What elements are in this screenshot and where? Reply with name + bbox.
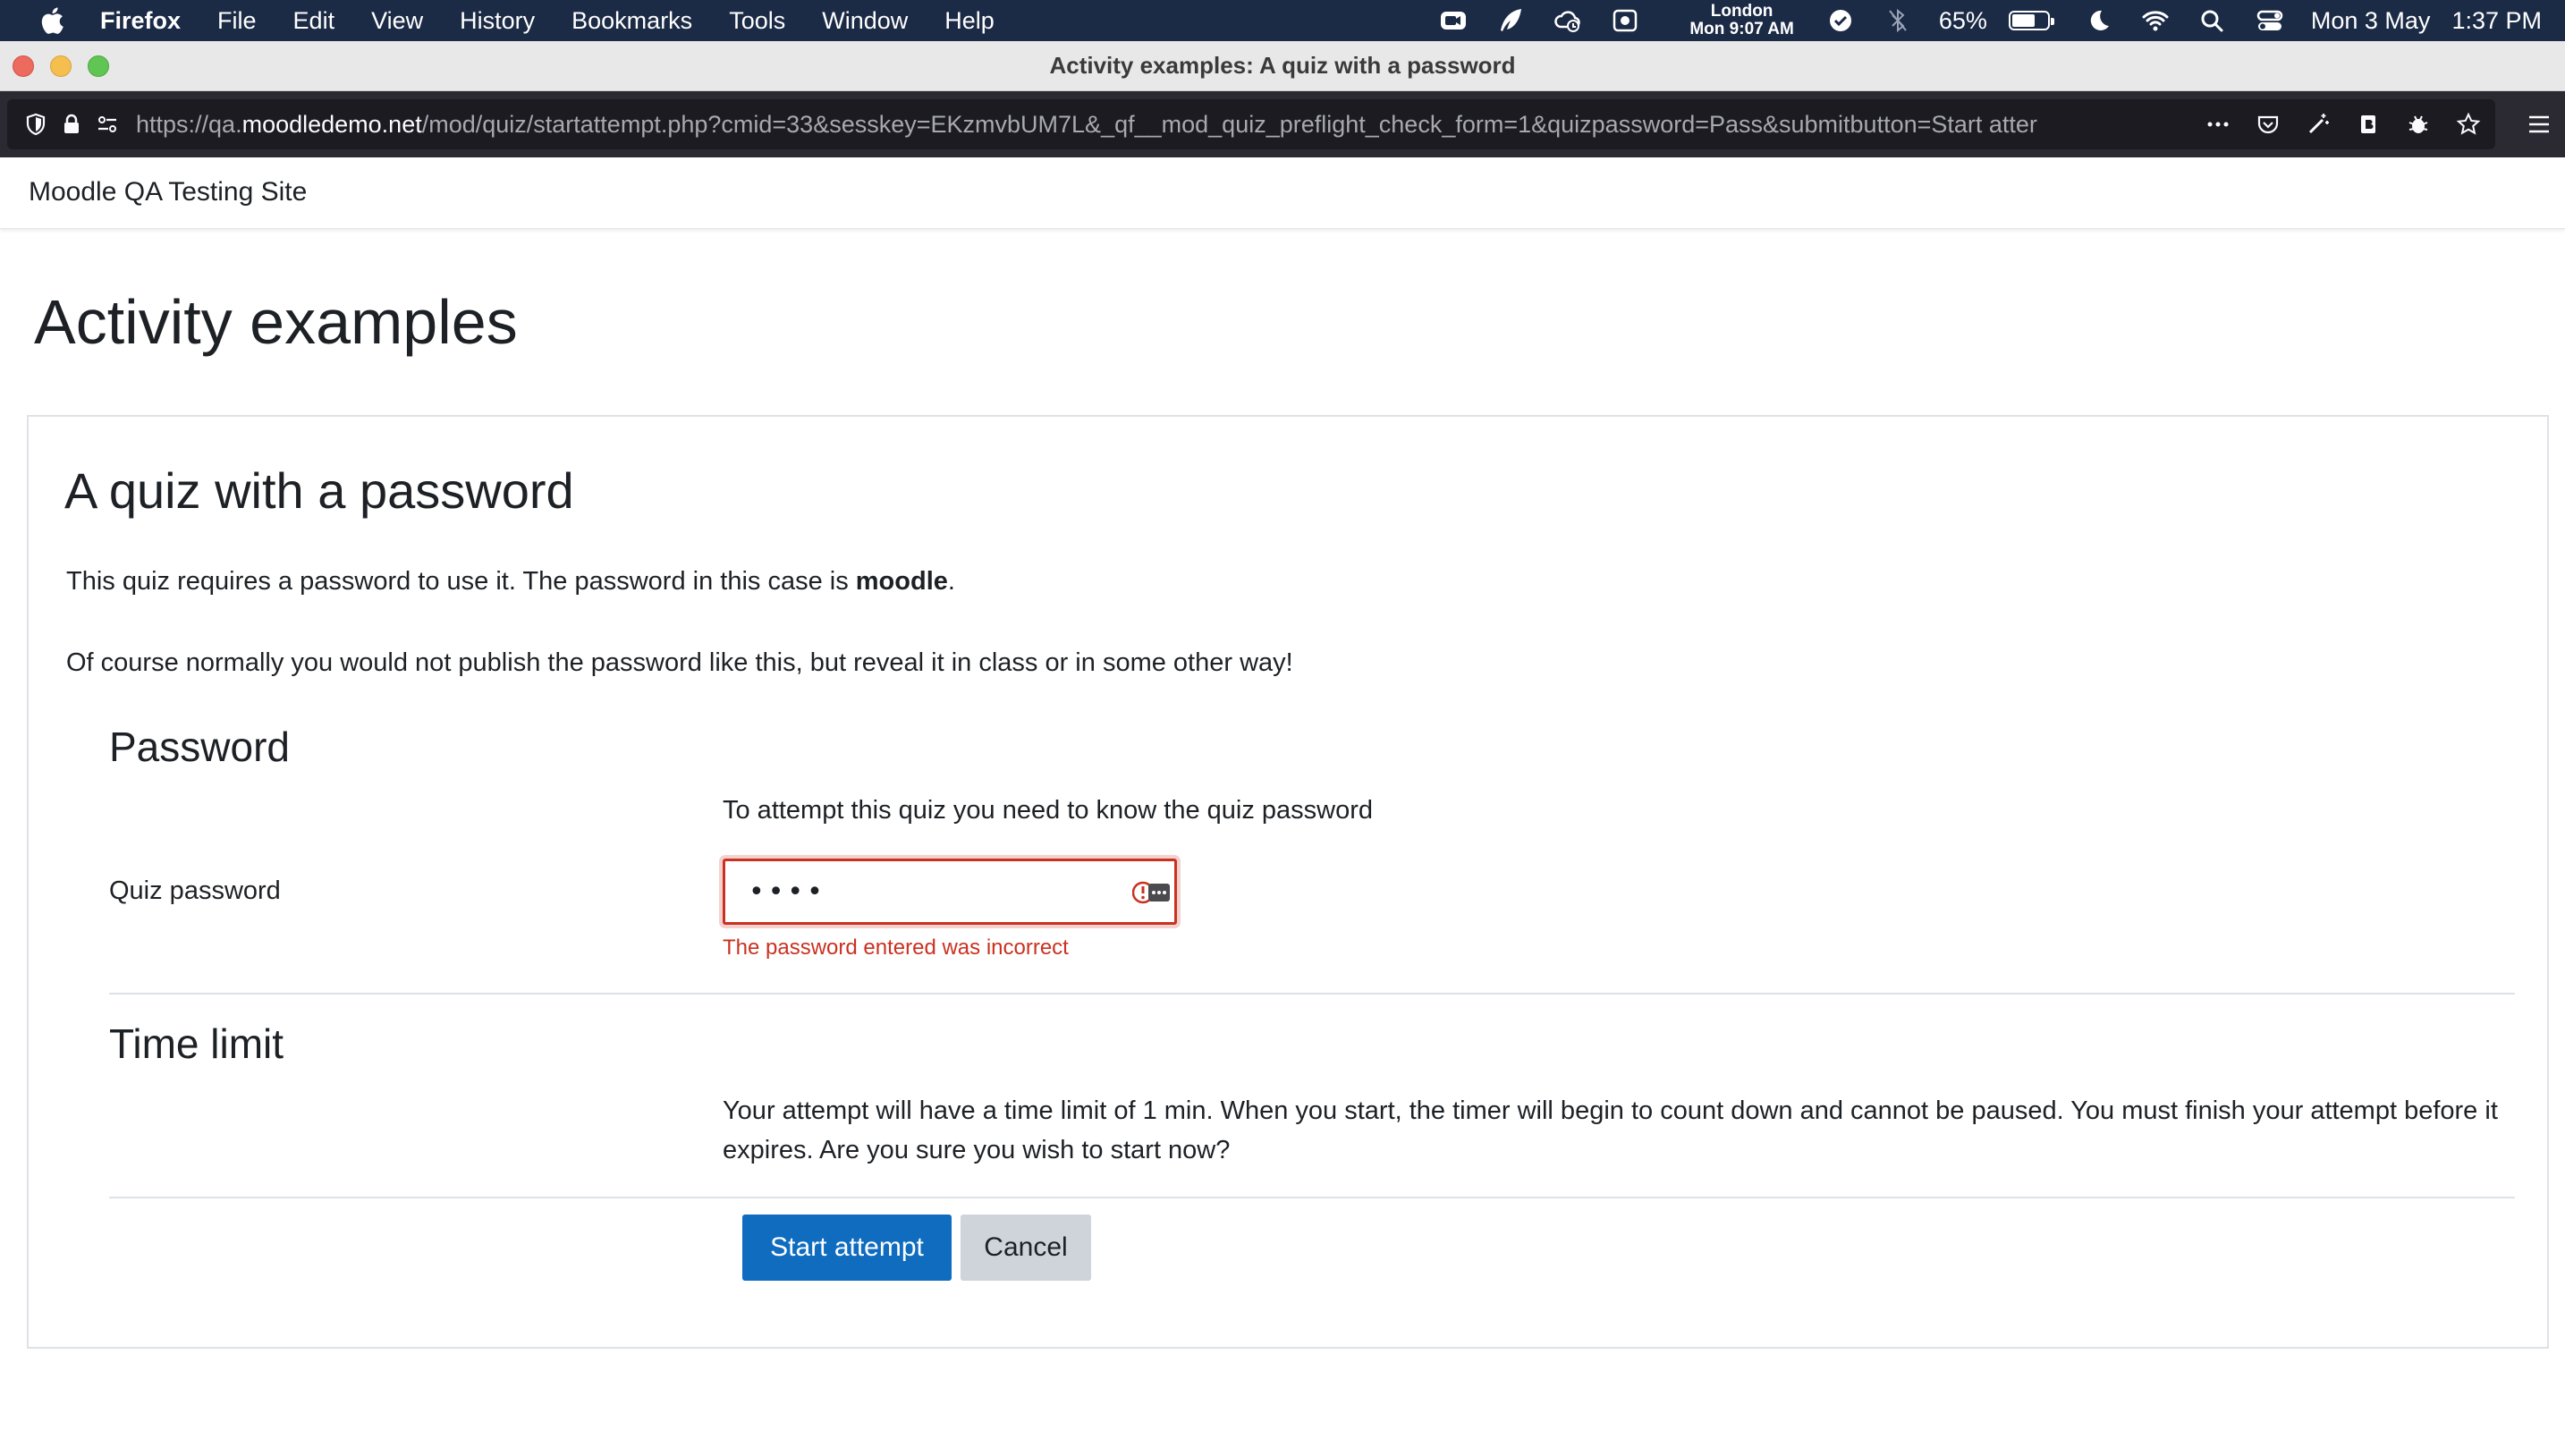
- url-prefix: https://qa.: [136, 110, 242, 138]
- menu-window[interactable]: Window: [822, 7, 908, 35]
- menu-view[interactable]: View: [371, 7, 423, 35]
- quiz-intro-note: Of course normally you would not publish…: [66, 648, 1293, 677]
- padlock-icon[interactable]: [54, 106, 89, 142]
- cancel-button[interactable]: Cancel: [961, 1215, 1091, 1281]
- site-permissions-icon[interactable]: [89, 106, 125, 142]
- quiz-card: A quiz with a password This quiz require…: [27, 415, 2549, 1349]
- menubar-time[interactable]: 1:37 PM: [2451, 7, 2542, 35]
- page-heading: Activity examples: [34, 287, 518, 357]
- section-divider: [109, 1197, 2515, 1198]
- menu-help[interactable]: Help: [944, 7, 995, 35]
- world-clock-time: Mon 9:07 AM: [1689, 20, 1794, 38]
- password-error-message: The password entered was incorrect: [723, 935, 1069, 960]
- wifi-icon[interactable]: [2139, 6, 2171, 35]
- url-path: /mod/quiz/startattempt.php?cmid=33&sessk…: [421, 110, 2037, 138]
- spotlight-search-icon[interactable]: [2197, 6, 2229, 35]
- bluetooth-off-icon[interactable]: [1882, 6, 1914, 35]
- password-hint: To attempt this quiz you need to know th…: [723, 796, 1374, 825]
- site-header: Moodle QA Testing Site: [0, 157, 2565, 229]
- time-limit-description: Your attempt will have a time limit of 1…: [723, 1096, 2498, 1164]
- password-manager-icon[interactable]: [1131, 880, 1172, 905]
- zoom-video-icon[interactable]: [1437, 6, 1469, 35]
- time-limit-section-title: Time limit: [109, 1020, 284, 1067]
- url-text[interactable]: https://qa.moodledemo.net/mod/quiz/start…: [136, 111, 2171, 139]
- extension-wand-icon[interactable]: [2300, 106, 2336, 142]
- battery-percent: 65%: [1938, 6, 1987, 34]
- quiz-intro-paragraph: This quiz requires a password to use it.…: [66, 567, 955, 597]
- start-attempt-button[interactable]: Start attempt: [742, 1215, 952, 1281]
- bookmark-extension-icon[interactable]: [2350, 106, 2386, 142]
- window-title-bar: Activity examples: A quiz with a passwor…: [0, 41, 2565, 91]
- menu-edit[interactable]: Edit: [293, 7, 335, 35]
- page-actions-more-icon[interactable]: [2200, 106, 2236, 142]
- password-section-title: Password: [109, 724, 290, 770]
- intro-text-after: .: [947, 567, 955, 596]
- apple-logo-icon[interactable]: [39, 5, 66, 36]
- pocket-icon[interactable]: [2250, 106, 2286, 142]
- menubar-date[interactable]: Mon 3 May: [2311, 7, 2431, 35]
- checkmark-badge-icon[interactable]: [1824, 6, 1857, 35]
- menu-tools[interactable]: Tools: [729, 7, 785, 35]
- app-menu-hamburger-icon[interactable]: [2526, 111, 2552, 138]
- battery-level-fill: [2011, 14, 2035, 27]
- control-center-icon[interactable]: [2254, 6, 2286, 35]
- quiz-password-label: Quiz password: [109, 876, 281, 905]
- quiz-title: A quiz with a password: [64, 462, 574, 519]
- menu-file[interactable]: File: [217, 7, 257, 35]
- quiz-password-input[interactable]: [723, 859, 1177, 925]
- world-clock[interactable]: London Mon 9:07 AM: [1689, 3, 1793, 38]
- screen-record-icon[interactable]: [1609, 6, 1641, 35]
- window-title: Activity examples: A quiz with a passwor…: [1049, 52, 1516, 79]
- cloud-sync-icon[interactable]: [1552, 6, 1584, 35]
- browser-toolbar: https://qa.moodledemo.net/mod/quiz/start…: [0, 91, 2565, 157]
- menu-bookmarks[interactable]: Bookmarks: [571, 7, 692, 35]
- feather-icon[interactable]: [1494, 6, 1527, 35]
- site-name-link[interactable]: Moodle QA Testing Site: [29, 177, 307, 207]
- intro-password-bold: moodle: [855, 567, 948, 596]
- battery-icon[interactable]: [2008, 11, 2054, 30]
- section-divider: [109, 993, 2515, 995]
- macos-menu-bar: Firefox File Edit View History Bookmarks…: [0, 0, 2565, 41]
- intro-text-before: This quiz requires a password to use it.…: [66, 567, 856, 596]
- menu-firefox[interactable]: Firefox: [100, 7, 181, 35]
- bookmark-star-icon[interactable]: [2451, 106, 2486, 142]
- tracking-protection-shield-icon[interactable]: [18, 106, 54, 142]
- url-domain: moodledemo.net: [241, 110, 422, 138]
- url-bar[interactable]: https://qa.moodledemo.net/mod/quiz/start…: [7, 99, 2495, 149]
- menu-history[interactable]: History: [460, 7, 535, 35]
- moon-do-not-disturb-icon[interactable]: [2082, 6, 2114, 35]
- world-clock-city: London: [1710, 2, 1773, 21]
- bug-icon[interactable]: [2400, 106, 2436, 142]
